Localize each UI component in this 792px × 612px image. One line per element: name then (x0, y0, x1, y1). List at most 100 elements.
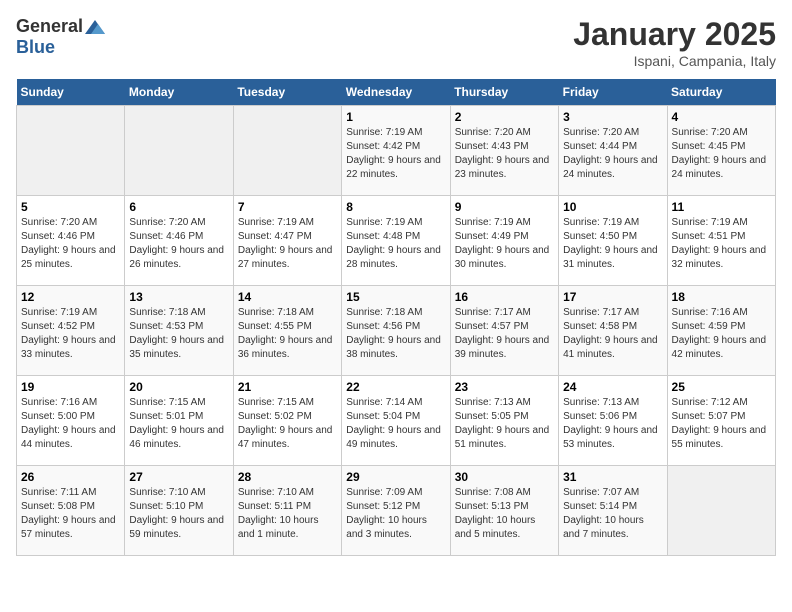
calendar-cell: 10 Sunrise: 7:19 AM Sunset: 4:50 PM Dayli… (559, 196, 667, 286)
day-number: 20 (129, 380, 228, 394)
day-number: 18 (672, 290, 771, 304)
calendar-cell: 12Sunrise: 7:19 AM Sunset: 4:52 PM Dayli… (17, 286, 125, 376)
day-info: Sunrise: 7:19 AM Sunset: 4:51 PM Dayligh… (672, 216, 771, 272)
day-info: Sunrise: 7:08 AM Sunset: 5:13 PM Dayligh… (455, 486, 554, 542)
weekday-header: Friday (559, 79, 667, 106)
logo-general-text: General (16, 16, 83, 37)
day-number: 26 (21, 470, 120, 484)
calendar-cell: 28Sunrise: 7:10 AM Sunset: 5:11 PM Dayli… (233, 466, 341, 556)
subtitle: Ispani, Campania, Italy (573, 53, 776, 69)
day-info: Sunrise: 7:19 AM Sunset: 4:50 PM Dayligh… (563, 216, 662, 272)
weekday-header: Saturday (667, 79, 775, 106)
calendar-cell: 13Sunrise: 7:18 AM Sunset: 4:53 PM Dayli… (125, 286, 233, 376)
day-number: 6 (129, 200, 228, 214)
day-number: 27 (129, 470, 228, 484)
day-number: 13 (129, 290, 228, 304)
day-info: Sunrise: 7:12 AM Sunset: 5:07 PM Dayligh… (672, 396, 771, 452)
day-number: 29 (346, 470, 445, 484)
calendar-cell: 27Sunrise: 7:10 AM Sunset: 5:10 PM Dayli… (125, 466, 233, 556)
day-info: Sunrise: 7:13 AM Sunset: 5:05 PM Dayligh… (455, 396, 554, 452)
calendar-cell (17, 106, 125, 196)
calendar-cell: 9 Sunrise: 7:19 AM Sunset: 4:49 PM Daylig… (450, 196, 558, 286)
day-info: Sunrise: 7:19 AM Sunset: 4:42 PM Dayligh… (346, 126, 445, 182)
calendar-week-row: 5Sunrise: 7:20 AM Sunset: 4:46 PM Daylig… (17, 196, 776, 286)
day-number: 14 (238, 290, 337, 304)
weekday-header-row: SundayMondayTuesdayWednesdayThursdayFrid… (17, 79, 776, 106)
day-info: Sunrise: 7:17 AM Sunset: 4:58 PM Dayligh… (563, 306, 662, 362)
calendar-cell: 4 Sunrise: 7:20 AM Sunset: 4:45 PM Daylig… (667, 106, 775, 196)
day-number: 17 (563, 290, 662, 304)
day-number: 9 (455, 200, 554, 214)
calendar-cell: 24 Sunrise: 7:13 AM Sunset: 5:06 PM Dayli… (559, 376, 667, 466)
weekday-header: Sunday (17, 79, 125, 106)
day-number: 4 (672, 110, 771, 124)
calendar-week-row: 26 Sunrise: 7:11 AM Sunset: 5:08 PM Dayli… (17, 466, 776, 556)
calendar-cell: 16Sunrise: 7:17 AM Sunset: 4:57 PM Dayli… (450, 286, 558, 376)
calendar-cell: 26 Sunrise: 7:11 AM Sunset: 5:08 PM Dayli… (17, 466, 125, 556)
calendar-cell (233, 106, 341, 196)
calendar-cell: 17 Sunrise: 7:17 AM Sunset: 4:58 PM Dayli… (559, 286, 667, 376)
day-number: 28 (238, 470, 337, 484)
day-info: Sunrise: 7:20 AM Sunset: 4:46 PM Dayligh… (21, 216, 120, 272)
day-info: Sunrise: 7:15 AM Sunset: 5:01 PM Dayligh… (129, 396, 228, 452)
day-number: 10 (563, 200, 662, 214)
calendar-cell: 29 Sunrise: 7:09 AM Sunset: 5:12 PM Dayli… (342, 466, 450, 556)
day-number: 1 (346, 110, 445, 124)
calendar-cell: 6 Sunrise: 7:20 AM Sunset: 4:46 PM Daylig… (125, 196, 233, 286)
calendar-cell: 23 Sunrise: 7:13 AM Sunset: 5:05 PM Dayli… (450, 376, 558, 466)
header: General Blue January 2025 Ispani, Campan… (16, 16, 776, 69)
calendar-cell: 25 Sunrise: 7:12 AM Sunset: 5:07 PM Dayli… (667, 376, 775, 466)
day-info: Sunrise: 7:16 AM Sunset: 4:59 PM Dayligh… (672, 306, 771, 362)
day-info: Sunrise: 7:17 AM Sunset: 4:57 PM Dayligh… (455, 306, 554, 362)
calendar-cell: 18 Sunrise: 7:16 AM Sunset: 4:59 PM Dayli… (667, 286, 775, 376)
calendar-cell: 15Sunrise: 7:18 AM Sunset: 4:56 PM Dayli… (342, 286, 450, 376)
month-title: January 2025 (573, 16, 776, 53)
day-number: 31 (563, 470, 662, 484)
calendar: SundayMondayTuesdayWednesdayThursdayFrid… (16, 79, 776, 556)
day-info: Sunrise: 7:09 AM Sunset: 5:12 PM Dayligh… (346, 486, 445, 542)
calendar-cell: 22 Sunrise: 7:14 AM Sunset: 5:04 PM Dayli… (342, 376, 450, 466)
title-area: January 2025 Ispani, Campania, Italy (573, 16, 776, 69)
day-number: 7 (238, 200, 337, 214)
calendar-cell (667, 466, 775, 556)
day-number: 8 (346, 200, 445, 214)
calendar-cell: 19 Sunrise: 7:16 AM Sunset: 5:00 PM Dayli… (17, 376, 125, 466)
calendar-cell: 7Sunrise: 7:19 AM Sunset: 4:47 PM Daylig… (233, 196, 341, 286)
day-info: Sunrise: 7:15 AM Sunset: 5:02 PM Dayligh… (238, 396, 337, 452)
calendar-week-row: 12Sunrise: 7:19 AM Sunset: 4:52 PM Dayli… (17, 286, 776, 376)
weekday-header: Thursday (450, 79, 558, 106)
weekday-header: Tuesday (233, 79, 341, 106)
day-number: 19 (21, 380, 120, 394)
day-info: Sunrise: 7:19 AM Sunset: 4:49 PM Dayligh… (455, 216, 554, 272)
day-number: 30 (455, 470, 554, 484)
calendar-cell: 21Sunrise: 7:15 AM Sunset: 5:02 PM Dayli… (233, 376, 341, 466)
calendar-cell (125, 106, 233, 196)
logo-icon (85, 20, 105, 34)
day-info: Sunrise: 7:18 AM Sunset: 4:56 PM Dayligh… (346, 306, 445, 362)
day-info: Sunrise: 7:20 AM Sunset: 4:45 PM Dayligh… (672, 126, 771, 182)
calendar-cell: 2Sunrise: 7:20 AM Sunset: 4:43 PM Daylig… (450, 106, 558, 196)
calendar-cell: 8 Sunrise: 7:19 AM Sunset: 4:48 PM Daylig… (342, 196, 450, 286)
day-info: Sunrise: 7:11 AM Sunset: 5:08 PM Dayligh… (21, 486, 120, 542)
calendar-week-row: 1 Sunrise: 7:19 AM Sunset: 4:42 PM Daylig… (17, 106, 776, 196)
weekday-header: Wednesday (342, 79, 450, 106)
logo: General Blue (16, 16, 105, 58)
calendar-cell: 1 Sunrise: 7:19 AM Sunset: 4:42 PM Daylig… (342, 106, 450, 196)
day-info: Sunrise: 7:13 AM Sunset: 5:06 PM Dayligh… (563, 396, 662, 452)
calendar-cell: 11 Sunrise: 7:19 AM Sunset: 4:51 PM Dayli… (667, 196, 775, 286)
day-number: 24 (563, 380, 662, 394)
day-info: Sunrise: 7:14 AM Sunset: 5:04 PM Dayligh… (346, 396, 445, 452)
day-number: 2 (455, 110, 554, 124)
day-info: Sunrise: 7:20 AM Sunset: 4:44 PM Dayligh… (563, 126, 662, 182)
day-info: Sunrise: 7:20 AM Sunset: 4:46 PM Dayligh… (129, 216, 228, 272)
day-info: Sunrise: 7:16 AM Sunset: 5:00 PM Dayligh… (21, 396, 120, 452)
day-number: 12 (21, 290, 120, 304)
day-number: 23 (455, 380, 554, 394)
day-info: Sunrise: 7:07 AM Sunset: 5:14 PM Dayligh… (563, 486, 662, 542)
calendar-cell: 3Sunrise: 7:20 AM Sunset: 4:44 PM Daylig… (559, 106, 667, 196)
day-number: 25 (672, 380, 771, 394)
day-number: 11 (672, 200, 771, 214)
calendar-cell: 20 Sunrise: 7:15 AM Sunset: 5:01 PM Dayli… (125, 376, 233, 466)
day-number: 22 (346, 380, 445, 394)
day-info: Sunrise: 7:19 AM Sunset: 4:48 PM Dayligh… (346, 216, 445, 272)
